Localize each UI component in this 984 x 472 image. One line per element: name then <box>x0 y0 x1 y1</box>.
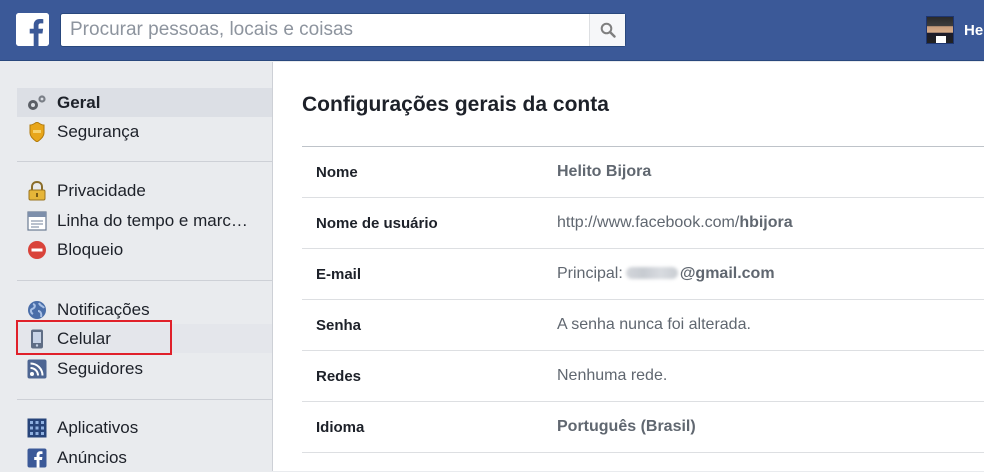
avatar <box>926 16 954 44</box>
settings-row-nome[interactable]: Nome Helito Bijora <box>302 147 984 198</box>
apps-icon <box>26 417 48 439</box>
row-value: http://www.facebook.com/hbijora <box>557 214 793 232</box>
sidebar-item-label: Notificações <box>57 299 150 319</box>
search-box <box>60 13 626 47</box>
facebook-logo-icon[interactable] <box>16 13 49 46</box>
username-url-prefix: http://www.facebook.com/ <box>557 214 740 231</box>
search-button[interactable] <box>589 14 625 46</box>
sidebar-item-seguranca[interactable]: Segurança <box>17 117 272 146</box>
profile-name: He <box>964 21 984 39</box>
sidebar-item-seguidores[interactable]: Seguidores <box>17 354 272 383</box>
sidebar-item-celular[interactable]: Celular <box>17 324 272 353</box>
sidebar-item-aplicativos[interactable]: Aplicativos <box>17 413 272 442</box>
sidebar-item-notificacoes[interactable]: Notificações <box>17 295 272 324</box>
email-domain: @gmail.com <box>679 265 775 282</box>
profile-link[interactable]: He <box>926 14 983 46</box>
sidebar-item-linha-do-tempo[interactable]: Linha do tempo e marc… <box>17 206 272 235</box>
mobile-phone-icon <box>26 328 48 350</box>
timeline-icon <box>26 210 48 232</box>
sidebar-item-bloqueio[interactable]: Bloqueio <box>17 235 272 264</box>
gears-icon <box>26 92 48 114</box>
sidebar-item-label: Celular <box>57 328 111 348</box>
settings-table: Nome Helito Bijora Nome de usuário http:… <box>302 146 984 453</box>
top-navigation-bar: He <box>0 0 984 61</box>
row-value: Principal: @gmail.com <box>557 265 775 283</box>
row-label: Idioma <box>316 418 365 436</box>
sidebar-item-label: Geral <box>57 92 101 112</box>
sidebar-item-label: Linha do tempo e marc… <box>57 210 248 230</box>
row-value: Português (Brasil) <box>557 418 696 435</box>
rss-icon <box>26 358 48 380</box>
row-label: Nome <box>316 163 358 181</box>
general-settings-panel: Configurações gerais da conta Nome Helit… <box>273 62 984 471</box>
sidebar-item-geral[interactable]: Geral <box>17 88 272 117</box>
sidebar-item-label: Aplicativos <box>57 417 139 437</box>
settings-row-username[interactable]: Nome de usuário http://www.facebook.com/… <box>302 198 984 249</box>
page-title: Configurações gerais da conta <box>302 93 609 116</box>
settings-row-idioma[interactable]: Idioma Português (Brasil) <box>302 402 984 453</box>
row-value: Nenhuma rede. <box>557 367 668 384</box>
row-value: A senha nunca foi alterada. <box>557 316 751 333</box>
email-prefix-label: Principal: <box>557 265 623 282</box>
settings-row-redes[interactable]: Redes Nenhuma rede. <box>302 351 984 402</box>
globe-icon <box>26 299 48 321</box>
row-label: Redes <box>316 367 362 385</box>
sidebar-divider <box>17 399 272 400</box>
row-label: Nome de usuário <box>316 214 438 232</box>
row-value: Helito Bijora <box>557 163 652 180</box>
search-input[interactable] <box>61 14 587 46</box>
blurred-email-user <box>625 267 678 279</box>
ads-icon <box>26 447 48 469</box>
settings-row-email[interactable]: E-mail Principal: @gmail.com <box>302 249 984 300</box>
sidebar-divider <box>17 161 272 162</box>
row-label: E-mail <box>316 265 362 283</box>
settings-row-senha[interactable]: Senha A senha nunca foi alterada. <box>302 300 984 351</box>
block-icon <box>26 239 48 261</box>
row-label: Senha <box>316 316 362 334</box>
security-badge-icon <box>26 121 48 143</box>
sidebar-item-label: Anúncios <box>57 447 127 467</box>
sidebar-item-label: Privacidade <box>57 180 146 200</box>
sidebar-item-label: Bloqueio <box>57 239 124 259</box>
sidebar-item-label: Segurança <box>57 121 140 141</box>
sidebar-divider <box>17 280 272 281</box>
sidebar-item-anuncios[interactable]: Anúncios <box>17 443 272 472</box>
sidebar-item-label: Seguidores <box>57 358 144 378</box>
sidebar-item-privacidade[interactable]: Privacidade <box>17 176 272 205</box>
privacy-lock-icon <box>26 180 48 202</box>
username-handle: hbijora <box>739 214 793 231</box>
search-icon <box>600 22 616 38</box>
